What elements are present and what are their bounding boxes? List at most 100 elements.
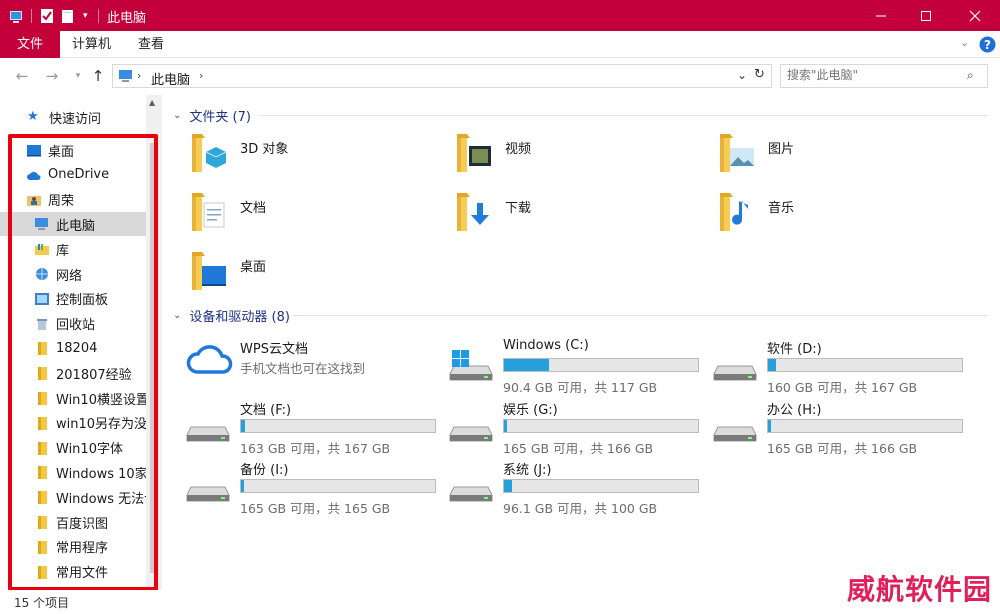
breadcrumb-location[interactable]: 此电脑 xyxy=(151,69,190,88)
drive-item[interactable]: 办公 (H:) 165 GB 可用，共 166 GB xyxy=(690,399,963,456)
search-box[interactable]: ⌕ xyxy=(780,64,988,88)
new-folder-icon[interactable] xyxy=(60,7,76,25)
nav-item-quick-access[interactable]: ★ 快速访问 xyxy=(0,105,146,129)
chevron-down-icon: ▾ xyxy=(75,71,81,81)
folder-item[interactable]: 桌面 xyxy=(163,246,423,298)
back-button[interactable]: ← xyxy=(12,66,32,86)
folders-group-header[interactable]: ⌄ 文件夹 (7) xyxy=(173,105,251,125)
nav-item[interactable]: Windows 10家庭 xyxy=(0,460,146,484)
close-button[interactable] xyxy=(952,0,998,31)
drive-item[interactable]: 文档 (F:) 163 GB 可用，共 167 GB xyxy=(163,399,436,456)
music-folder-icon xyxy=(720,193,748,231)
drive-name: 办公 (H:) xyxy=(767,403,822,418)
help-icon[interactable]: ? xyxy=(979,36,996,53)
content-pane: ⌄ 文件夹 (7) 3D 对象 视频 图片文档 下载 音乐桌面 ⌄ 设备和驱动器 (8)… xyxy=(163,95,1000,590)
search-icon[interactable]: ⌕ xyxy=(967,68,974,83)
scroll-up-icon[interactable]: ▲ xyxy=(149,98,155,107)
nav-item[interactable]: Windows 无法访 xyxy=(0,485,146,509)
nav-item[interactable]: Win10字体 xyxy=(0,436,146,460)
drive-usage-fill xyxy=(504,480,512,492)
nav-item-label: OneDrive xyxy=(48,167,110,183)
explorer-app-icon[interactable] xyxy=(8,7,26,25)
wps-cloud-item[interactable]: WPS云文档 手机文档也可在这找到 xyxy=(163,338,433,392)
forward-button[interactable]: → xyxy=(42,66,62,86)
folder-icon xyxy=(38,466,47,480)
forward-arrow-icon: → xyxy=(45,67,59,85)
minimize-icon xyxy=(876,15,886,16)
drive-item[interactable]: Windows (C:) 90.4 GB 可用，共 117 GB xyxy=(426,338,699,395)
documents-folder-icon xyxy=(192,193,225,231)
drive-item[interactable]: 娱乐 (G:) 165 GB 可用，共 166 GB xyxy=(426,399,699,456)
nav-item[interactable]: 百度识图 xyxy=(0,510,146,534)
folder-icon xyxy=(38,416,47,430)
scrollbar-thumb[interactable] xyxy=(150,143,158,573)
folder-name: 3D 对象 xyxy=(240,142,289,157)
address-dropdown-icon[interactable]: ⌄ xyxy=(737,68,747,82)
folder-name: 下载 xyxy=(505,201,532,216)
nav-item[interactable]: OneDrive xyxy=(0,163,146,187)
drive-usage-fill xyxy=(504,359,549,371)
drive-item[interactable]: 备份 (I:) 165 GB 可用，共 165 GB xyxy=(163,459,436,516)
collapse-chevron-icon: ⌄ xyxy=(173,309,182,321)
refresh-icon[interactable]: ↻ xyxy=(754,67,765,82)
drive-capacity: 160 GB 可用，共 167 GB xyxy=(767,380,918,395)
nav-item[interactable]: 网络 xyxy=(0,262,146,286)
navigation-scrollbar[interactable]: ▲ xyxy=(146,95,162,590)
drive-item[interactable]: 系统 (J:) 96.1 GB 可用，共 100 GB xyxy=(426,459,699,516)
hard-drive-icon xyxy=(713,426,757,442)
nav-item[interactable]: win10另存为没有 xyxy=(0,411,146,435)
nav-item[interactable]: 常用程序 xyxy=(0,535,146,559)
computer-icon xyxy=(35,218,48,231)
folder-item[interactable]: 视频 xyxy=(428,128,688,180)
drives-group-header[interactable]: ⌄ 设备和驱动器 (8) xyxy=(173,305,290,325)
folder-item[interactable]: 音乐 xyxy=(691,187,951,239)
nav-item[interactable]: 控制面板 xyxy=(0,287,146,311)
nav-item[interactable]: 18204 xyxy=(0,336,146,360)
wps-name: WPS云文档 xyxy=(240,342,308,357)
search-input[interactable] xyxy=(787,68,957,82)
address-bar[interactable]: › 此电脑 › ⌄ ↻ xyxy=(112,64,772,88)
group-divider xyxy=(293,315,988,316)
folder-item[interactable]: 3D 对象 xyxy=(163,128,423,180)
expand-ribbon-icon[interactable]: ⌄ xyxy=(960,36,969,49)
up-button[interactable]: ↑ xyxy=(88,66,108,86)
nav-item[interactable]: 回收站 xyxy=(0,312,146,336)
folder-icon xyxy=(38,516,47,529)
minimize-button[interactable] xyxy=(858,0,904,31)
recent-locations-button[interactable]: ▾ xyxy=(68,66,88,86)
tab-file[interactable]: 文件 xyxy=(0,31,61,58)
computer-icon xyxy=(119,70,132,82)
nav-item[interactable]: 201807经验 xyxy=(0,361,146,385)
nav-item-label: 百度识图 xyxy=(56,516,109,532)
folder-item[interactable]: 图片 xyxy=(691,128,951,180)
tab-view[interactable]: 查看 xyxy=(124,31,178,58)
folder-item[interactable]: 下载 xyxy=(428,187,688,239)
folder-icon xyxy=(38,392,47,405)
drive-usage-bar xyxy=(767,419,963,433)
tab-computer[interactable]: 计算机 xyxy=(58,31,125,58)
nav-item-label: 201807经验 xyxy=(56,367,132,383)
folder-icon xyxy=(38,491,47,505)
address-row: ← → ▾ ↑ › 此电脑 › ⌄ ↻ ⌕ xyxy=(0,58,1000,95)
nav-item[interactable]: 此电脑 xyxy=(0,212,146,237)
folder-item[interactable]: 文档 xyxy=(163,187,423,239)
drive-item[interactable]: 软件 (D:) 160 GB 可用，共 167 GB xyxy=(690,338,963,395)
nav-item[interactable]: Win10横竖设置i xyxy=(0,386,146,410)
nav-item-label: 回收站 xyxy=(56,318,96,334)
breadcrumb-chevron-icon[interactable]: › xyxy=(199,69,203,82)
nav-item[interactable]: 常用文件 xyxy=(0,560,146,584)
drive-capacity: 165 GB 可用，共 166 GB xyxy=(767,441,918,456)
user-folder-icon xyxy=(27,195,41,206)
maximize-button[interactable] xyxy=(903,0,949,31)
wps-cloud-icon xyxy=(186,345,233,374)
nav-item[interactable]: 桌面 xyxy=(0,138,146,162)
wps-description: 手机文档也可在这找到 xyxy=(240,361,366,376)
customize-quick-access-icon[interactable]: ▾ xyxy=(83,7,88,25)
drive-usage-fill xyxy=(241,420,245,432)
nav-item[interactable]: 周荣 xyxy=(0,188,146,212)
drive-usage-fill xyxy=(241,480,244,492)
properties-icon[interactable] xyxy=(39,7,55,25)
folder-icon xyxy=(38,540,47,554)
group-divider xyxy=(258,115,988,116)
nav-item[interactable]: 库 xyxy=(0,237,146,261)
